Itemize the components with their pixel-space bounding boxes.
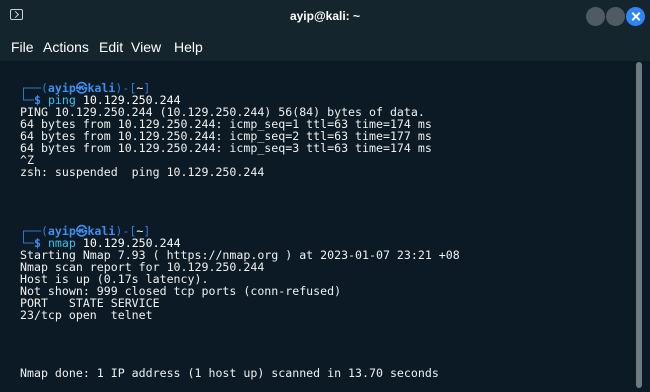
menu-edit[interactable]: Edit — [99, 39, 123, 55]
output-line: zsh: suspended ping 10.129.250.244 — [20, 165, 265, 179]
output-line: 64 bytes from 10.129.250.244: icmp_seq=3… — [20, 141, 432, 155]
output-line: Nmap done: 1 IP address (1 host up) scan… — [20, 366, 439, 380]
menu-help[interactable]: Help — [174, 39, 203, 55]
menu-actions[interactable]: Actions — [43, 39, 89, 55]
terminal-output[interactable]: ┌──(ayip㉿kali)-[~] └─$ ping 10.129.250.2… — [0, 61, 632, 392]
title-bar[interactable]: ayip@kali: ~ — [0, 0, 650, 33]
close-button[interactable] — [626, 7, 645, 26]
window-title: ayip@kali: ~ — [289, 9, 361, 23]
menu-file[interactable]: File — [11, 39, 34, 55]
output-line: 23/tcp open telnet — [20, 308, 153, 322]
maximize-button[interactable] — [606, 7, 625, 26]
minimize-button[interactable] — [586, 7, 605, 26]
terminal-window: ayip@kali: ~ File Actions Edit View Help… — [0, 0, 650, 392]
menu-bar: File Actions Edit View Help — [0, 33, 650, 61]
scrollbar[interactable] — [636, 62, 642, 388]
menu-view[interactable]: View — [131, 39, 161, 55]
